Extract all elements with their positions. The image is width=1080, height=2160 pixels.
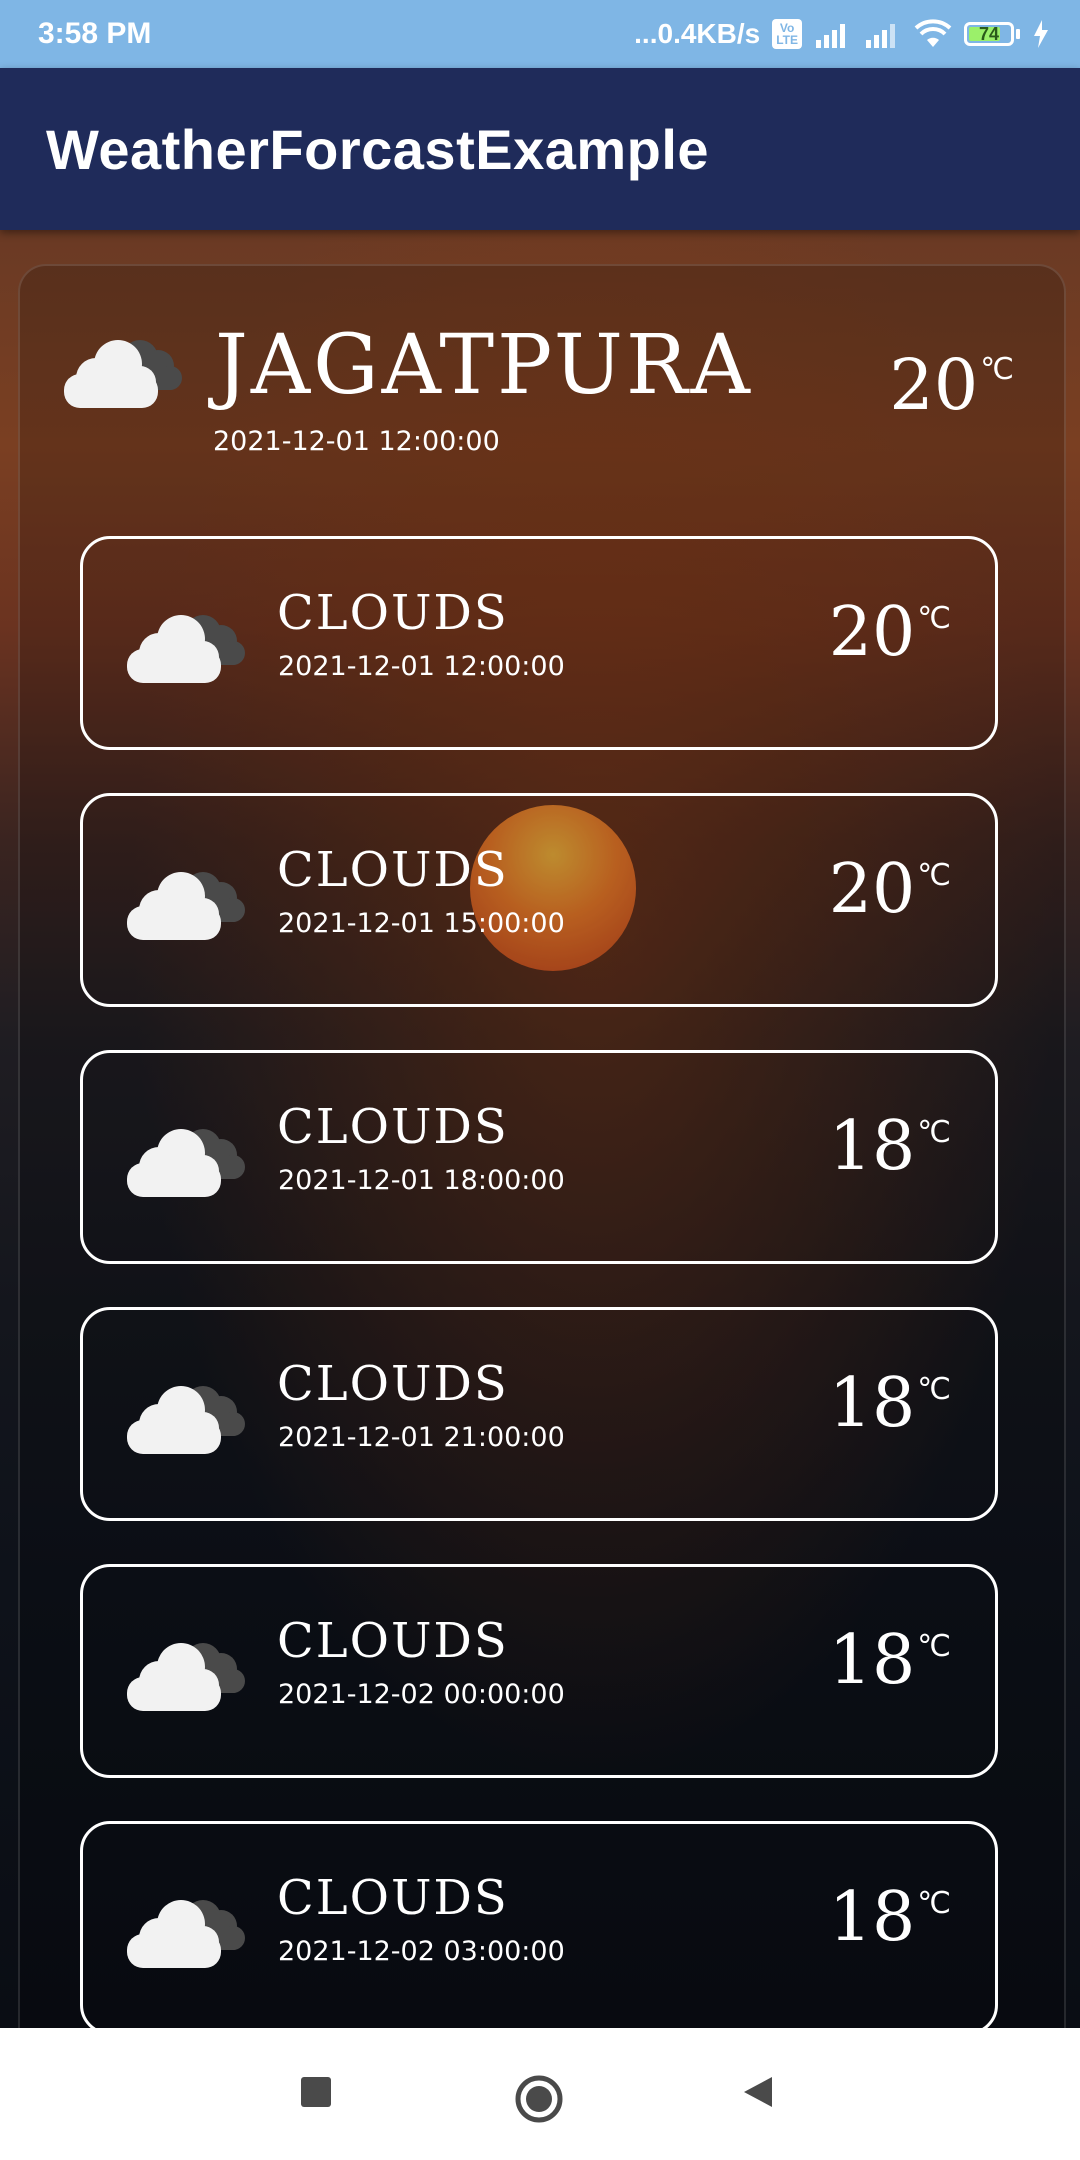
navigation-bar: [0, 2028, 1080, 2160]
temperature-value: 18: [828, 1878, 916, 1957]
forecast-card[interactable]: CLOUDS 2021-12-01 21:00:00 18 ℃: [80, 1307, 998, 1521]
header-temperature: 20 ℃: [889, 350, 1014, 420]
temperature-unit: ℃: [917, 1115, 951, 1150]
forecast-card[interactable]: CLOUDS 2021-12-02 00:00:00 18 ℃: [80, 1564, 998, 1778]
battery-level: 74: [978, 23, 1000, 44]
cloud-icon: [123, 603, 251, 691]
wifi-icon: [914, 19, 952, 49]
forecast-temperature: 20 ℃: [829, 856, 951, 924]
temperature-unit: ℃: [917, 858, 951, 893]
weather-content[interactable]: JAGATPURA 2021-12-01 12:00:00 20 ℃ CLOUD…: [0, 230, 1080, 2028]
battery-icon: 74: [964, 22, 1014, 46]
temperature-unit: ℃: [980, 352, 1014, 387]
cloud-icon: [123, 1631, 251, 1719]
forecast-date: 2021-12-02 03:00:00: [278, 1936, 565, 1967]
forecast-date: 2021-12-01 18:00:00: [278, 1165, 565, 1196]
recents-icon[interactable]: [298, 2074, 334, 2110]
forecast-condition: CLOUDS: [277, 1613, 509, 1669]
home-icon[interactable]: [514, 2074, 564, 2124]
forecast-temperature: 18 ℃: [829, 1370, 951, 1438]
forecast-temperature: 18 ℃: [829, 1884, 951, 1952]
temperature-value: 20: [889, 344, 979, 426]
cloud-icon: [123, 860, 251, 948]
status-time: 3:58 PM: [38, 17, 152, 50]
network-speed: ...0.4KB/s: [634, 18, 761, 49]
signal-icon: [814, 20, 852, 48]
forecast-card[interactable]: CLOUDS 2021-12-01 12:00:00 20 ℃: [80, 536, 998, 750]
temperature-unit: ℃: [917, 601, 951, 636]
forecast-temperature: 18 ℃: [829, 1113, 951, 1181]
temperature-value: 20: [828, 593, 916, 672]
temperature-unit: ℃: [917, 1372, 951, 1407]
temperature-value: 18: [828, 1107, 916, 1186]
forecast-card[interactable]: CLOUDS 2021-12-02 03:00:00 18 ℃: [80, 1821, 998, 2028]
cloud-icon: [123, 1374, 251, 1462]
temperature-unit: ℃: [917, 1629, 951, 1664]
back-icon[interactable]: [740, 2074, 776, 2110]
status-bar: 3:58 PM ...0.4KB/s Vo LTE 74: [0, 0, 1080, 68]
cloud-icon: [123, 1888, 251, 1976]
temperature-value: 20: [828, 850, 916, 929]
forecast-card[interactable]: CLOUDS 2021-12-01 15:00:00 20 ℃: [80, 793, 998, 1007]
cloud-icon: [60, 328, 188, 416]
cloud-icon: [123, 1117, 251, 1205]
status-icons: ...0.4KB/s Vo LTE 74: [634, 18, 1050, 50]
city-name: JAGATPURA: [215, 318, 753, 413]
forecast-temperature: 20 ℃: [829, 599, 951, 667]
forecast-date: 2021-12-01 21:00:00: [278, 1422, 565, 1453]
forecast-condition: CLOUDS: [277, 1099, 509, 1155]
forecast-date: 2021-12-02 00:00:00: [278, 1679, 565, 1710]
forecast-temperature: 18 ℃: [829, 1627, 951, 1695]
forecast-date: 2021-12-01 15:00:00: [278, 908, 565, 939]
header-date: 2021-12-01 12:00:00: [213, 426, 500, 457]
temperature-value: 18: [828, 1621, 916, 1700]
app-title: WeatherForcastExample: [46, 117, 710, 181]
forecast-condition: CLOUDS: [277, 842, 509, 898]
volte-icon: Vo LTE: [772, 19, 802, 49]
temperature-unit: ℃: [917, 1886, 951, 1921]
charging-icon: [1032, 20, 1050, 48]
forecast-condition: CLOUDS: [277, 1870, 509, 1926]
forecast-condition: CLOUDS: [277, 1356, 509, 1412]
app-bar: WeatherForcastExample: [0, 68, 1080, 230]
forecast-date: 2021-12-01 12:00:00: [278, 651, 565, 682]
forecast-condition: CLOUDS: [277, 585, 509, 641]
temperature-value: 18: [828, 1364, 916, 1443]
signal-icon: [864, 20, 902, 48]
forecast-card[interactable]: CLOUDS 2021-12-01 18:00:00 18 ℃: [80, 1050, 998, 1264]
